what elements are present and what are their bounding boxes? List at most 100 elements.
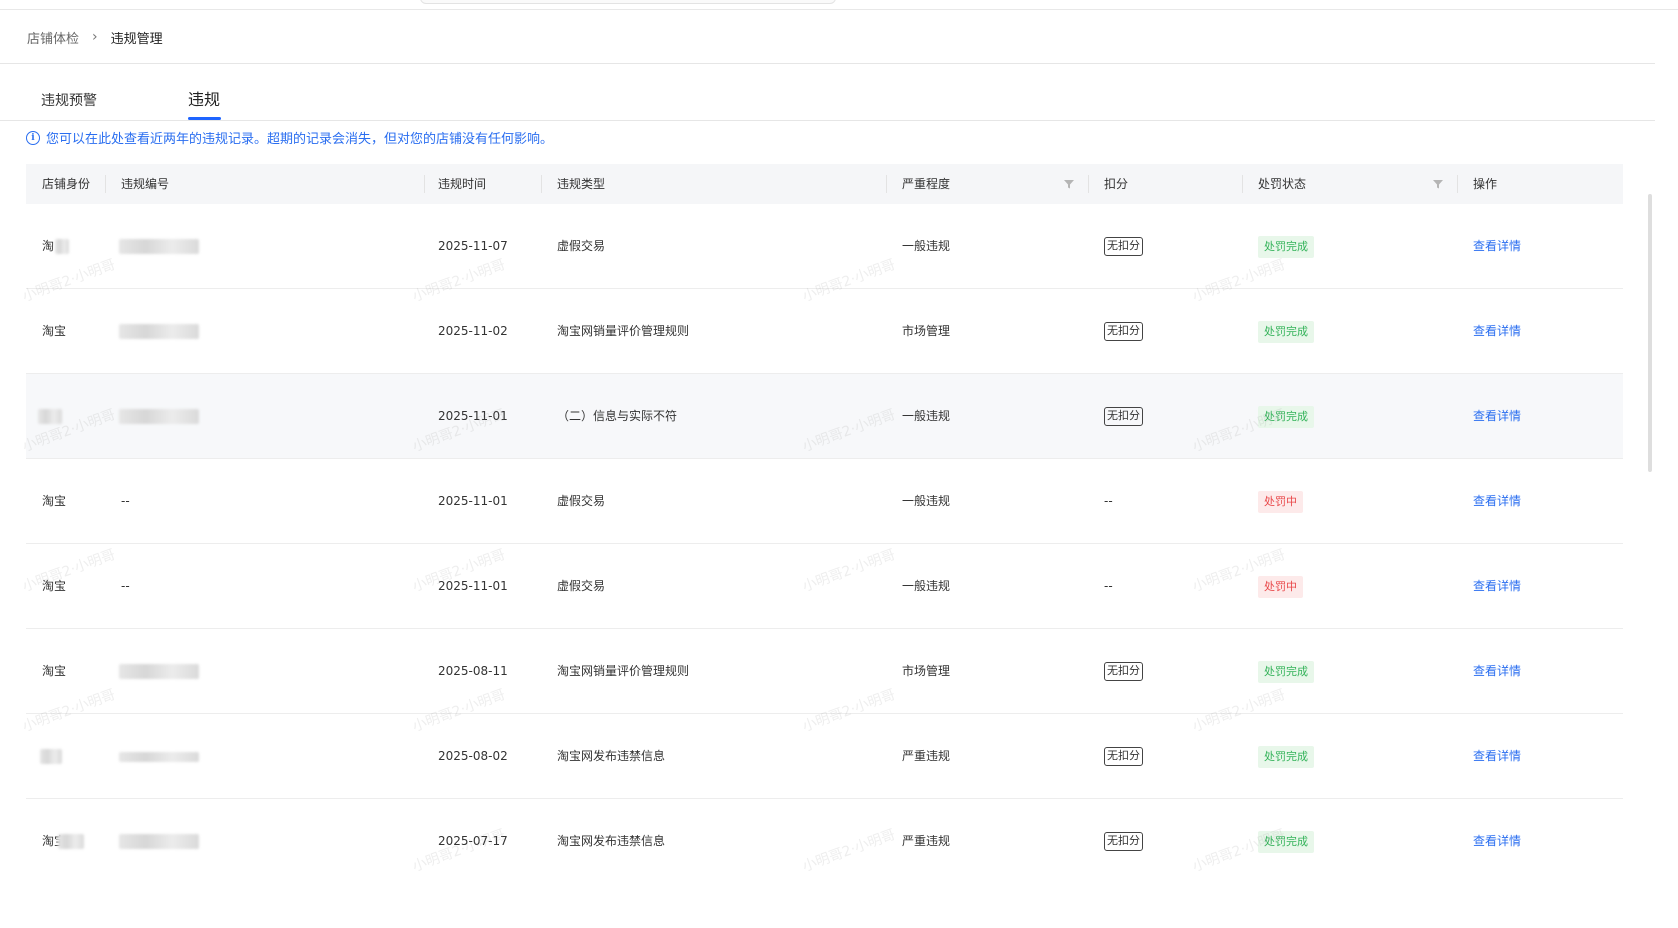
active-tab-indicator bbox=[188, 117, 221, 120]
score-badge: 无扣分 bbox=[1104, 237, 1143, 256]
cell-code: -- bbox=[121, 494, 130, 508]
cell-severity: 市场管理 bbox=[902, 664, 951, 678]
tab-violation-warning[interactable]: 违规预警 bbox=[41, 90, 97, 110]
redacted-block bbox=[119, 751, 199, 762]
table-row: 淘宝 2025-07-17 淘宝网发布违禁信息 严重违规 无扣分 处罚完成 查看… bbox=[26, 799, 1623, 884]
tab-violation[interactable]: 违规 bbox=[188, 86, 220, 110]
cell-time: 2025-08-02 bbox=[438, 749, 508, 763]
status-badge: 处罚完成 bbox=[1258, 235, 1314, 258]
redacted-block bbox=[119, 239, 199, 254]
cell-severity: 一般违规 bbox=[902, 579, 951, 593]
violation-table: 店铺身份 违规编号 违规时间 违规类型 严重程度 扣分 处罚状态 操作 淘 20… bbox=[26, 164, 1623, 884]
view-details-link[interactable]: 查看详情 bbox=[1473, 459, 1521, 543]
redacted-block bbox=[38, 409, 62, 424]
view-details-link[interactable]: 查看详情 bbox=[1473, 714, 1521, 798]
cell-score: 无扣分 bbox=[1104, 289, 1143, 373]
header-divider bbox=[424, 175, 425, 193]
filter-icon[interactable] bbox=[1433, 179, 1443, 189]
header-time: 违规时间 bbox=[438, 177, 487, 191]
cell-code bbox=[119, 289, 199, 373]
notice-bar: i 您可以在此处查看近两年的违规记录。超期的记录会消失，但对您的店铺没有任何影响… bbox=[26, 128, 553, 147]
cell-time: 2025-07-17 bbox=[438, 834, 508, 848]
cell-score: 无扣分 bbox=[1104, 714, 1143, 798]
status-badge: 处罚完成 bbox=[1258, 660, 1314, 683]
cell-time: 2025-11-07 bbox=[438, 239, 508, 253]
tab-bar: 违规预警 违规 bbox=[0, 64, 1655, 121]
header-type: 违规类型 bbox=[557, 177, 606, 191]
cell-shop: 淘宝 bbox=[42, 324, 67, 338]
header-status: 处罚状态 bbox=[1258, 177, 1307, 191]
status-badge: 处罚中 bbox=[1258, 490, 1303, 513]
cell-type: 虚假交易 bbox=[557, 579, 606, 593]
cell-code bbox=[119, 714, 199, 798]
cell-severity: 严重违规 bbox=[902, 749, 951, 763]
cell-severity: 一般违规 bbox=[902, 239, 951, 253]
cell-code bbox=[119, 374, 199, 458]
cell-shop bbox=[38, 374, 62, 458]
score-badge: 无扣分 bbox=[1104, 832, 1143, 851]
header-shop: 店铺身份 bbox=[42, 177, 91, 191]
cell-shop: 淘宝 bbox=[42, 579, 67, 593]
redacted-block bbox=[119, 664, 199, 679]
cell-score: 无扣分 bbox=[1104, 204, 1143, 288]
cell-shop: 淘宝 bbox=[42, 494, 67, 508]
header-divider bbox=[886, 175, 887, 193]
cell-time: 2025-11-01 bbox=[438, 494, 508, 508]
cell-score: -- bbox=[1104, 579, 1113, 593]
cell-score: 无扣分 bbox=[1104, 799, 1143, 883]
cell-time: 2025-11-02 bbox=[438, 324, 508, 338]
view-details-link[interactable]: 查看详情 bbox=[1473, 374, 1521, 458]
cell-severity: 严重违规 bbox=[902, 834, 951, 848]
cell-severity: 一般违规 bbox=[902, 409, 951, 423]
redacted-block bbox=[40, 749, 62, 764]
view-details-link[interactable]: 查看详情 bbox=[1473, 289, 1521, 373]
vertical-scrollbar[interactable] bbox=[1648, 194, 1652, 472]
cell-status: 处罚完成 bbox=[1258, 799, 1314, 883]
view-details-link[interactable]: 查看详情 bbox=[1473, 544, 1521, 628]
score-badge: 无扣分 bbox=[1104, 662, 1143, 681]
header-divider bbox=[1457, 175, 1458, 193]
redacted-block bbox=[58, 834, 85, 849]
cell-status: 处罚中 bbox=[1258, 459, 1303, 543]
notice-text: 您可以在此处查看近两年的违规记录。超期的记录会消失，但对您的店铺没有任何影响。 bbox=[46, 132, 554, 147]
score-badge: 无扣分 bbox=[1104, 747, 1143, 766]
breadcrumb-current: 违规管理 bbox=[110, 31, 163, 47]
cell-type: 淘宝网销量评价管理规则 bbox=[557, 324, 690, 338]
breadcrumb-root[interactable]: 店铺体检 bbox=[27, 28, 79, 47]
cell-type: 淘宝网发布违禁信息 bbox=[557, 834, 666, 848]
cell-score: 无扣分 bbox=[1104, 629, 1143, 713]
breadcrumb: 店铺体检 › 违规管理 bbox=[27, 26, 163, 48]
table-row: 淘宝 2025-08-11 淘宝网销量评价管理规则 市场管理 无扣分 处罚完成 … bbox=[26, 629, 1623, 714]
cell-status: 处罚完成 bbox=[1258, 714, 1314, 798]
view-details-link[interactable]: 查看详情 bbox=[1473, 799, 1521, 883]
score-badge: 无扣分 bbox=[1104, 322, 1143, 341]
cell-score: 无扣分 bbox=[1104, 374, 1143, 458]
cell-status: 处罚中 bbox=[1258, 544, 1303, 628]
table-row: 2025-08-02 淘宝网发布违禁信息 严重违规 无扣分 处罚完成 查看详情 bbox=[26, 714, 1623, 799]
table-row: 淘宝 -- 2025-11-01 虚假交易 一般违规 -- 处罚中 查看详情 bbox=[26, 544, 1623, 629]
cell-severity: 一般违规 bbox=[902, 494, 951, 508]
search-box-edge[interactable] bbox=[420, 0, 836, 4]
cell-type: 虚假交易 bbox=[557, 494, 606, 508]
redacted-block bbox=[55, 239, 70, 254]
status-badge: 处罚完成 bbox=[1258, 745, 1314, 768]
header-score: 扣分 bbox=[1104, 177, 1129, 191]
cell-shop: 淘 bbox=[42, 204, 70, 288]
cell-status: 处罚完成 bbox=[1258, 629, 1314, 713]
filter-icon[interactable] bbox=[1064, 179, 1074, 189]
cell-time: 2025-08-11 bbox=[438, 664, 508, 678]
table-row: 淘宝 -- 2025-11-01 虚假交易 一般违规 -- 处罚中 查看详情 bbox=[26, 459, 1623, 544]
cell-shop: 淘宝 bbox=[42, 799, 85, 883]
redacted-block bbox=[119, 324, 199, 339]
cell-type: 淘宝网发布违禁信息 bbox=[557, 749, 666, 763]
view-details-link[interactable]: 查看详情 bbox=[1473, 204, 1521, 288]
view-details-link[interactable]: 查看详情 bbox=[1473, 629, 1521, 713]
header-action: 操作 bbox=[1473, 177, 1498, 191]
header-divider bbox=[1088, 175, 1089, 193]
status-badge: 处罚中 bbox=[1258, 575, 1303, 598]
cell-time: 2025-11-01 bbox=[438, 579, 508, 593]
cell-shop bbox=[40, 714, 62, 798]
table-row: 2025-11-01 （二）信息与实际不符 一般违规 无扣分 处罚完成 查看详情 bbox=[26, 374, 1623, 459]
redacted-block bbox=[119, 834, 199, 849]
cell-status: 处罚完成 bbox=[1258, 204, 1314, 288]
